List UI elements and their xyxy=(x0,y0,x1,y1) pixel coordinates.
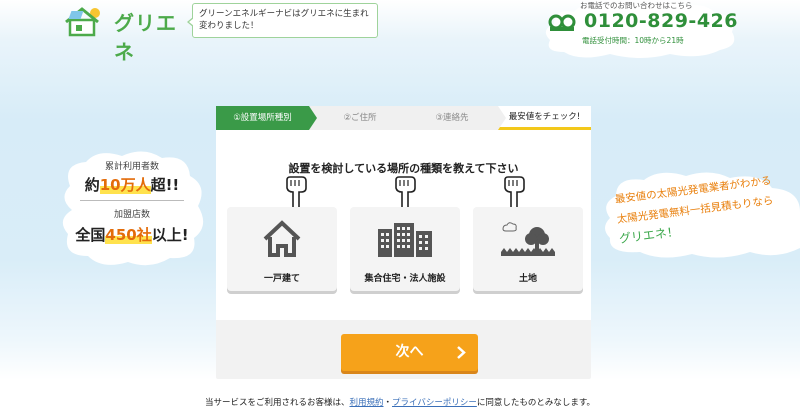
option-label: 集合住宅・法人施設 xyxy=(364,274,446,284)
option-detached-house[interactable]: 一戸建て xyxy=(227,207,337,291)
option-apartment-corporate[interactable]: 集合住宅・法人施設 xyxy=(350,207,460,291)
logo-text: グリエネ xyxy=(114,11,177,64)
stores-value-number: 450社 xyxy=(105,226,152,244)
terms-notice-suffix: に同意したものとみなします。 xyxy=(476,398,596,407)
option-label: 一戸建て xyxy=(263,274,300,284)
step-1: ①設置場所種別 xyxy=(216,106,317,130)
phone-contact[interactable]: お電話でのお問い合わせはこちら 0120-829-426 電話受付時間：10時か… xyxy=(540,0,740,58)
logo-house-icon xyxy=(65,7,100,37)
logo[interactable]: グリエネ xyxy=(62,4,186,64)
stores-value: 全国450社以上! xyxy=(58,224,206,245)
option-label: 土地 xyxy=(518,274,537,284)
step-4: 最安値をチェック! xyxy=(498,106,591,130)
step-progress: ①設置場所種別 ②ご住所 ③連絡先 最安値をチェック! xyxy=(216,106,591,130)
option-land[interactable]: 土地 xyxy=(473,207,583,291)
header: グリエネ グリーンエネルギーナビはグリエネに生まれ変わりました！ お電話でのお問… xyxy=(0,0,800,64)
question-panel: 設置を検討している場所の種類を教えて下さい 一戸建て 集合住宅・法人施設 土地 xyxy=(216,130,591,320)
next-button-label: 次へ xyxy=(395,344,424,360)
users-value: 約10万人超!! xyxy=(58,174,206,195)
stats-badge: 累計利用者数 約10万人超!! 加盟店数 全国450社以上! xyxy=(58,150,206,268)
next-button[interactable]: 次へ xyxy=(341,334,478,371)
step-2: ②ご住所 xyxy=(343,113,377,123)
chevron-right-icon xyxy=(457,346,466,359)
privacy-policy-link[interactable]: プライバシーポリシー xyxy=(392,398,477,407)
house-icon xyxy=(263,220,301,257)
users-value-prefix: 約 xyxy=(84,176,100,194)
terms-link[interactable]: 利用規約 xyxy=(349,398,383,407)
stores-value-suffix: 以上! xyxy=(151,226,189,244)
land-icon xyxy=(501,222,555,256)
users-value-number: 10万人 xyxy=(99,176,151,194)
pointing-hand-icon xyxy=(286,176,307,208)
phone-number[interactable]: 0120-829-426 xyxy=(584,10,738,32)
building-icon xyxy=(378,223,432,257)
freedial-icon xyxy=(548,14,576,31)
users-label: 累計利用者数 xyxy=(104,162,159,172)
pointing-hand-icon xyxy=(504,176,525,208)
stores-value-prefix: 全国 xyxy=(75,226,106,244)
pointing-hand-icon xyxy=(395,176,416,208)
users-value-suffix: 超!! xyxy=(150,176,180,194)
slogan: 最安値の太陽光発電業者がわかる 太陽光発電無料一括見積もりなら グリエネ！ xyxy=(600,168,800,258)
terms-notice: 当サービスをご利用されるお客様は、利用規約・プライバシーポリシーに同意したものと… xyxy=(0,396,800,407)
tagline-bubble: グリーンエネルギーナビはグリエネに生まれ変わりました！ xyxy=(187,3,378,38)
phone-hours: 電話受付時間：10時から21時 xyxy=(582,36,684,45)
terms-separator: ・ xyxy=(383,398,393,407)
step-3: ③連絡先 xyxy=(435,113,469,123)
form-card: ①設置場所種別 ②ご住所 ③連絡先 最安値をチェック! 設置を検討している場所の… xyxy=(216,106,591,379)
badge-divider xyxy=(80,200,184,201)
terms-notice-prefix: 当サービスをご利用されるお客様は、 xyxy=(204,398,350,407)
stores-label: 加盟店数 xyxy=(113,210,150,220)
